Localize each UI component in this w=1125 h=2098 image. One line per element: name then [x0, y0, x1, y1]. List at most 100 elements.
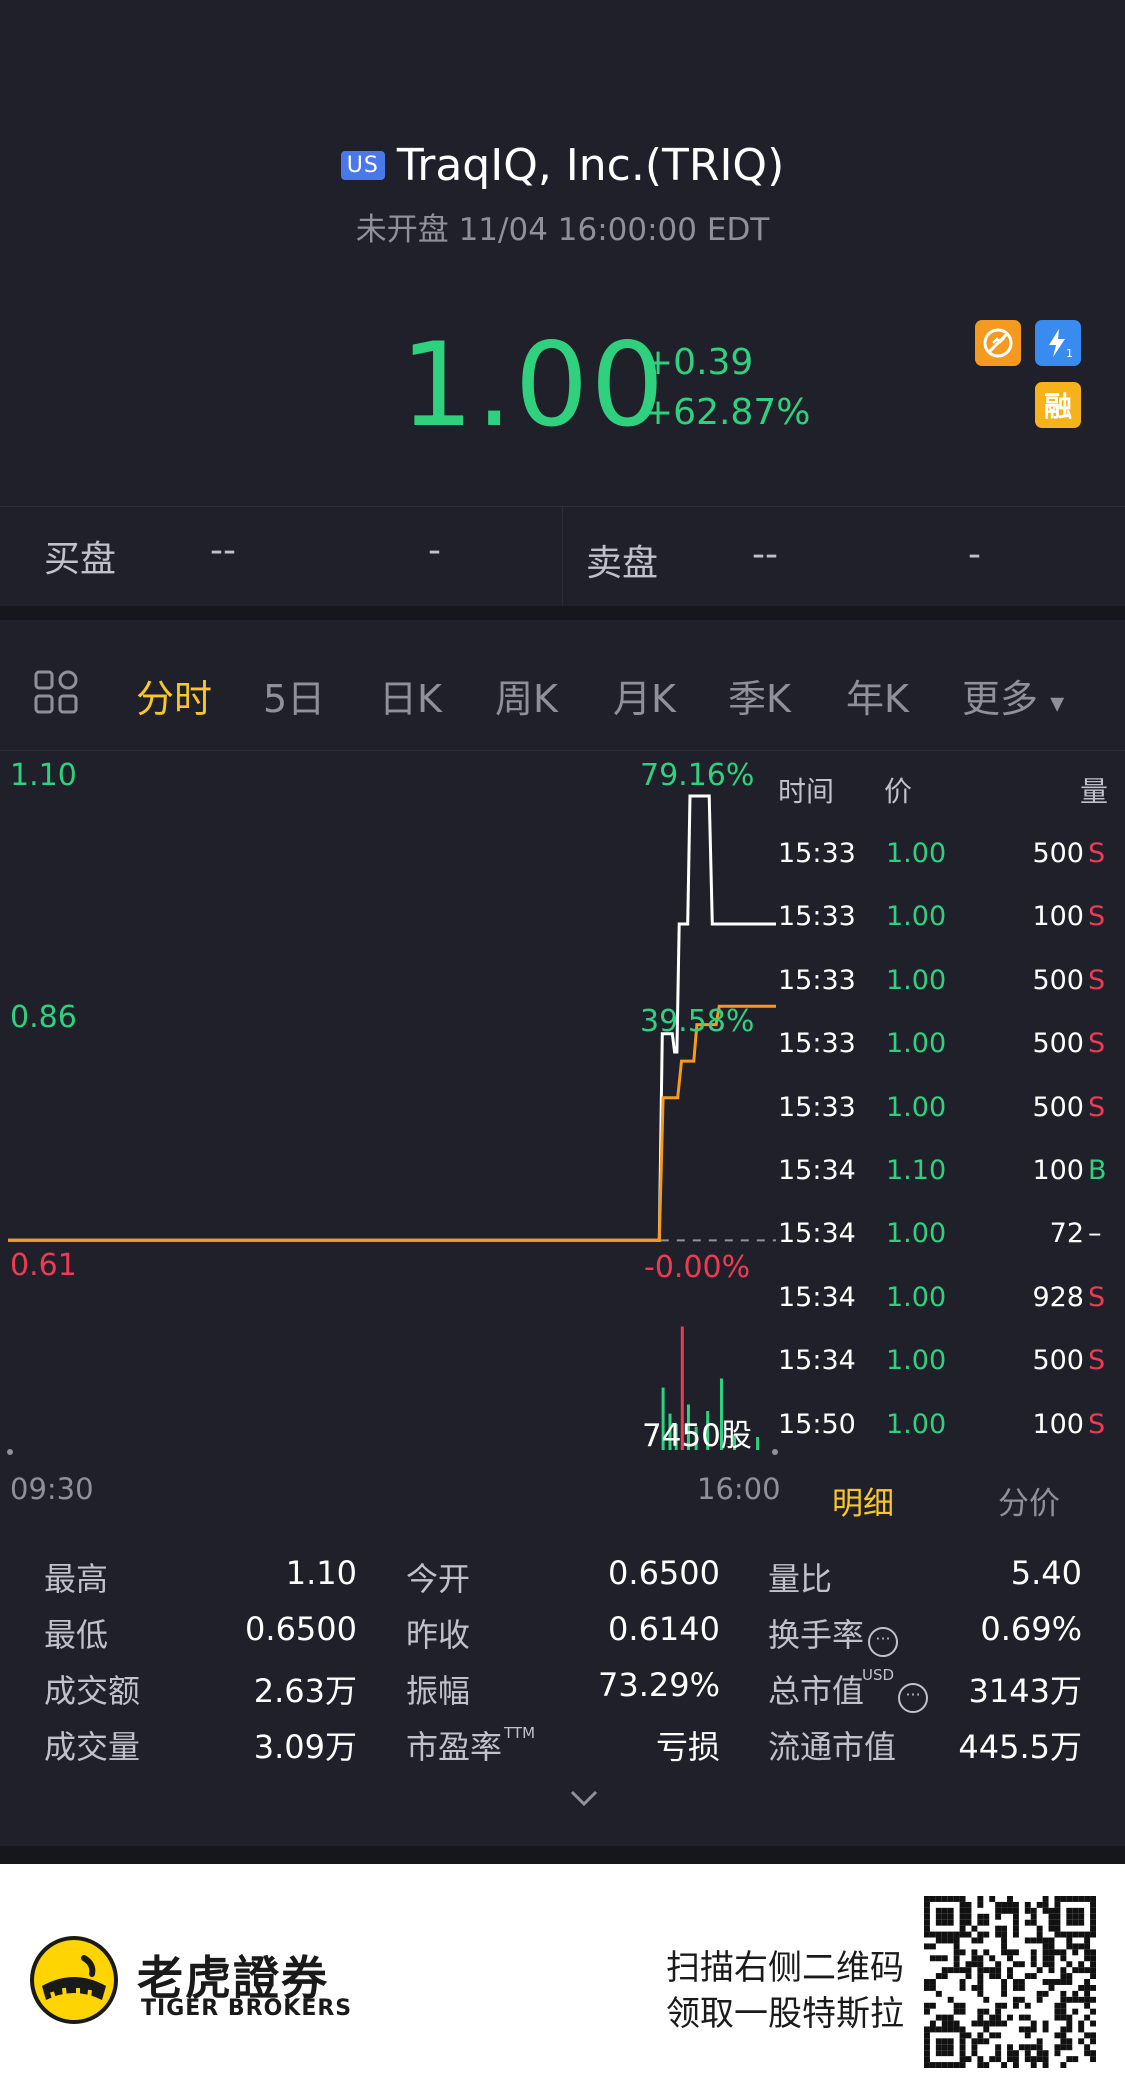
trade-time: 15:33 [778, 964, 856, 996]
qr-module [1090, 1955, 1096, 1962]
qr-module [1078, 1967, 1085, 1974]
qr-module [1007, 2044, 1013, 2051]
footer-divider [0, 1846, 1125, 1864]
qr-code[interactable] [924, 1896, 1096, 2068]
qr-module [1090, 1984, 1096, 1991]
qr-module [1084, 1979, 1091, 1985]
qr-module [977, 1979, 984, 1985]
tab-more[interactable]: 更多 ▾ [962, 668, 1064, 723]
ask-label: 卖盘 [586, 543, 659, 584]
qr-module [1090, 1913, 1096, 1920]
qr-module [941, 2038, 948, 2045]
tab-daily-k[interactable]: 日K [379, 668, 442, 723]
qr-module [1036, 2038, 1043, 2045]
qr-module [1001, 1907, 1008, 1914]
qr-module [924, 1919, 930, 1926]
qr-module [1066, 2038, 1073, 2045]
qr-module [1066, 2020, 1073, 2027]
trade-volume: 500 [1032, 838, 1084, 869]
stat-mktcap-label[interactable]: 总市值USD··· [768, 1666, 929, 1713]
qr-module [947, 1937, 954, 1944]
qr-module [1012, 1925, 1019, 1932]
stat-vol-ratio: 5.40 [1010, 1554, 1082, 1592]
tab-intraday[interactable]: 分时 [136, 668, 212, 723]
tab-weekly-k[interactable]: 周K [495, 668, 558, 723]
qr-module [965, 1919, 972, 1926]
qr-module [983, 2020, 990, 2027]
stat-turnover-label[interactable]: 换手率 ··· [768, 1610, 899, 1657]
qr-module [1007, 1967, 1013, 1974]
qr-module [1090, 2020, 1096, 2027]
qr-module [953, 1961, 960, 1968]
tab-trade-detail[interactable]: 明细 [832, 1478, 894, 1523]
intraday-chart[interactable] [0, 750, 780, 1470]
qr-module [935, 2014, 942, 2021]
qr-module [924, 2056, 930, 2063]
qr-module [971, 2050, 978, 2057]
qr-module [1024, 2044, 1031, 2051]
qr-module [1001, 2002, 1008, 2009]
qr-module [1001, 2062, 1008, 2068]
qr-module [1090, 1973, 1096, 1980]
tab-monthly-k[interactable]: 月K [613, 668, 676, 723]
qr-module [977, 1931, 984, 1938]
stat-low: 0.6500 [245, 1610, 357, 1648]
qr-module [1090, 1919, 1096, 1926]
qr-module [983, 1919, 990, 1926]
qr-module [1090, 1949, 1096, 1956]
qr-module [1066, 1996, 1073, 2003]
qr-module [1042, 1943, 1049, 1950]
trades-header-volume: 量 [1080, 775, 1109, 808]
qr-module [995, 2020, 1002, 2027]
tab-yearly-k[interactable]: 年K [846, 668, 909, 723]
qr-module [1072, 1996, 1079, 2003]
qr-module [1084, 1996, 1091, 2003]
qr-module [929, 1896, 936, 1902]
qr-module [989, 1973, 996, 1980]
qr-module [989, 2014, 996, 2021]
margin-tag[interactable]: 融 [1035, 382, 1081, 428]
more-info-icon[interactable]: ··· [868, 1627, 899, 1657]
qr-module [1072, 1943, 1079, 1950]
qr-module [1012, 1996, 1019, 2003]
bid-size: - [428, 530, 441, 571]
tab-5day[interactable]: 5日 [263, 668, 325, 723]
qr-module [1030, 1961, 1037, 1968]
qr-module [941, 1919, 948, 1926]
qr-module [1007, 1901, 1013, 1908]
no-short-icon[interactable] [975, 320, 1021, 366]
promo-text-line1: 扫描右侧二维码 [666, 1948, 904, 1988]
trade-price: 1.00 [886, 838, 947, 869]
qr-module [935, 2026, 942, 2033]
trade-price: 1.10 [886, 1155, 947, 1186]
qr-module [995, 1967, 1002, 1974]
qr-module [947, 1896, 954, 1902]
qr-module [1018, 1984, 1025, 1991]
qr-module [1078, 2020, 1085, 2027]
qr-module [1060, 2014, 1067, 2021]
qr-module [1007, 1973, 1013, 1980]
qr-module [1078, 1919, 1085, 1926]
more-info-icon[interactable]: ··· [898, 1683, 929, 1713]
qr-module [1060, 2062, 1067, 2068]
tab-price-distribution[interactable]: 分价 [998, 1478, 1060, 1523]
qr-module [959, 1925, 966, 1932]
tab-quarterly-k[interactable]: 季K [728, 668, 791, 723]
qr-module [995, 1907, 1002, 1914]
qr-module [1030, 2062, 1037, 2068]
qr-module [959, 2062, 966, 2068]
trade-row: 15:34 1.00 928 S [778, 1282, 1110, 1345]
qr-module [924, 1979, 930, 1985]
qr-module [1066, 2014, 1073, 2021]
qr-module [959, 1979, 966, 1985]
qr-module [977, 2038, 984, 2045]
qr-module [1024, 1901, 1031, 1908]
lightning-icon[interactable]: 1 [1035, 320, 1081, 366]
trade-time: 15:50 [778, 1408, 856, 1440]
qr-module [1012, 1979, 1019, 1985]
expand-chevron-icon[interactable] [568, 1786, 600, 1814]
layout-grid-icon[interactable] [32, 668, 80, 720]
qr-module [935, 1955, 942, 1962]
qr-module [929, 2002, 936, 2009]
qr-module [989, 2032, 996, 2039]
